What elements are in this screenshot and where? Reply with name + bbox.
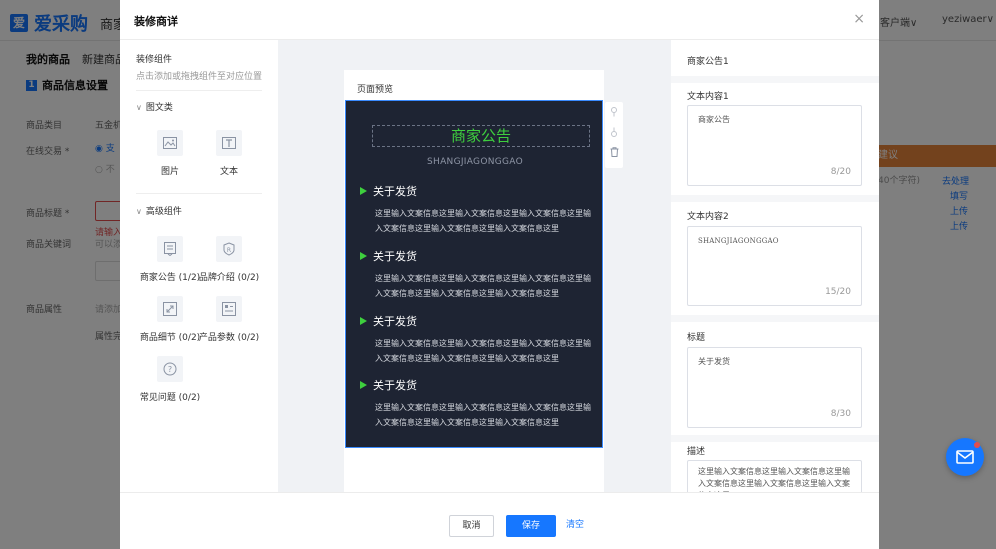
modal-footer: 取消 保存 清空 bbox=[120, 492, 879, 549]
field-value: SHANGJIAGONGGAO bbox=[698, 237, 779, 245]
field-label: 文本内容1 bbox=[687, 92, 729, 102]
field-label: 标题 bbox=[687, 333, 706, 343]
phone-frame: 页面预览 商家公告 SHANGJIAGONGGAO 关于发货 这里输入文案信息这… bbox=[344, 70, 604, 492]
group-label: 高级组件 bbox=[145, 207, 182, 217]
component-label: 常见问题 (0/2) bbox=[139, 393, 201, 403]
properties-title: 商家公告1 bbox=[687, 57, 729, 67]
notice-desc: 这里输入文案信息这里输入文案信息这里输入文案信息这里输入文案信息这里输入文案信息… bbox=[375, 274, 591, 298]
mail-icon bbox=[956, 450, 974, 464]
arrow-up-icon bbox=[611, 107, 617, 117]
detail-icon bbox=[157, 296, 183, 322]
notice-heading: 关于发货 bbox=[373, 379, 417, 392]
group-advanced[interactable]: ∨ 高级组件 bbox=[136, 204, 182, 217]
page-preview-title: 页面预览 bbox=[357, 85, 394, 95]
component-panel: 装修组件 点击添加或拖拽组件至对应位置 ∨ 图文类 图片 文本 ∨ 高级组件 商家 bbox=[120, 40, 278, 492]
chevron-down-icon: ∨ bbox=[136, 103, 142, 112]
preview-title[interactable]: 商家公告 bbox=[372, 125, 590, 147]
notice-heading: 关于发货 bbox=[373, 250, 417, 263]
preview-notice-item[interactable]: 关于发货 这里输入文案信息这里输入文案信息这里输入文案信息这里输入文案信息这里输… bbox=[360, 183, 596, 236]
char-count: 15/20 bbox=[825, 287, 851, 297]
component-panel-title: 装修组件 bbox=[136, 55, 173, 65]
section-separator bbox=[671, 435, 879, 442]
section-separator bbox=[671, 195, 879, 202]
play-arrow-icon bbox=[360, 317, 367, 325]
notice-desc: 这里输入文案信息这里输入文案信息这里输入文案信息这里输入文案信息这里输入文案信息… bbox=[375, 339, 591, 363]
field-label: 文本内容2 bbox=[687, 212, 729, 222]
notice-heading: 关于发货 bbox=[373, 185, 417, 198]
field-label: 描述 bbox=[687, 447, 706, 457]
properties-panel: 商家公告1 文本内容1 商家公告 8/20 文本内容2 SHANGJIAGONG… bbox=[671, 40, 879, 492]
decoration-modal: 装修商详 × 装修组件 点击添加或拖拽组件至对应位置 ∨ 图文类 图片 文本 ∨ 高… bbox=[120, 0, 879, 549]
svg-text:?: ? bbox=[168, 365, 172, 374]
component-brand[interactable]: R 品牌介绍 (0/2) bbox=[194, 236, 264, 283]
component-label: 文本 bbox=[219, 167, 238, 177]
message-fab[interactable] bbox=[946, 438, 984, 476]
char-count: 8/30 bbox=[830, 409, 851, 419]
preview-notice-item[interactable]: 关于发货 这里输入文案信息这里输入文案信息这里输入文案信息这里输入文案信息这里输… bbox=[360, 248, 596, 301]
save-button[interactable]: 保存 bbox=[506, 515, 556, 537]
field-value: 这里输入文案信息这里输入文案信息这里输入文案信息这里输入文案信息这里输入文案信息… bbox=[698, 467, 850, 492]
faq-icon: ? bbox=[157, 356, 183, 382]
preview-notice-item[interactable]: 关于发货 这里输入文案信息这里输入文案信息这里输入文案信息这里输入文案信息这里输… bbox=[360, 313, 596, 366]
preview-notice-item[interactable]: 关于发货 这里输入文案信息这里输入文案信息这里输入文案信息这里输入文案信息这里输… bbox=[360, 377, 596, 430]
close-icon[interactable]: × bbox=[853, 12, 865, 26]
field-value: 商家公告 bbox=[698, 115, 730, 124]
section-separator bbox=[671, 315, 879, 322]
svg-text:R: R bbox=[227, 247, 231, 254]
modal-title: 装修商详 bbox=[134, 15, 178, 28]
component-faq[interactable]: ? 常见问题 (0/2) bbox=[135, 356, 205, 403]
component-text[interactable]: 文本 bbox=[194, 130, 264, 177]
preview-canvas: 页面预览 商家公告 SHANGJIAGONGGAO 关于发货 这里输入文案信息这… bbox=[278, 40, 671, 492]
trash-icon bbox=[610, 147, 618, 157]
description-field[interactable]: 这里输入文案信息这里输入文案信息这里输入文案信息这里输入文案信息这里输入文案信息… bbox=[687, 460, 862, 492]
title-field[interactable]: 关于发货 8/30 bbox=[687, 347, 862, 428]
group-image-text[interactable]: ∨ 图文类 bbox=[136, 100, 173, 113]
notification-dot bbox=[974, 442, 980, 448]
component-params[interactable]: 产品参数 (0/2) bbox=[194, 296, 264, 343]
divider bbox=[136, 90, 262, 91]
delete-button[interactable] bbox=[605, 142, 623, 162]
modal-header: 装修商详 × bbox=[120, 0, 879, 40]
notice-module-preview[interactable]: 商家公告 SHANGJIAGONGGAO 关于发货 这里输入文案信息这里输入文案… bbox=[345, 100, 603, 448]
module-toolbar bbox=[605, 102, 623, 168]
clear-button[interactable]: 清空 bbox=[563, 515, 587, 537]
group-label: 图文类 bbox=[145, 103, 173, 113]
notice-heading: 关于发货 bbox=[373, 315, 417, 328]
arrow-down-icon bbox=[611, 127, 617, 137]
divider bbox=[136, 193, 262, 194]
section-separator bbox=[671, 76, 879, 83]
component-label: 品牌介绍 (0/2) bbox=[198, 273, 260, 283]
play-arrow-icon bbox=[360, 381, 367, 389]
char-count: 8/20 bbox=[830, 167, 851, 177]
cancel-button[interactable]: 取消 bbox=[449, 515, 494, 537]
brand-icon: R bbox=[216, 236, 242, 262]
move-down-button[interactable] bbox=[605, 122, 623, 142]
preview-subtitle: SHANGJIAGONGGAO bbox=[427, 157, 523, 167]
text-content-1-field[interactable]: 商家公告 8/20 bbox=[687, 105, 862, 186]
notice-desc: 这里输入文案信息这里输入文案信息这里输入文案信息这里输入文案信息这里输入文案信息… bbox=[375, 209, 591, 233]
field-value: 关于发货 bbox=[698, 357, 730, 366]
move-up-button[interactable] bbox=[605, 102, 623, 122]
chevron-down-icon: ∨ bbox=[136, 207, 142, 216]
component-label: 产品参数 (0/2) bbox=[198, 333, 260, 343]
play-arrow-icon bbox=[360, 252, 367, 260]
notice-desc: 这里输入文案信息这里输入文案信息这里输入文案信息这里输入文案信息这里输入文案信息… bbox=[375, 403, 591, 427]
text-icon bbox=[216, 130, 242, 156]
notice-icon bbox=[157, 236, 183, 262]
play-arrow-icon bbox=[360, 187, 367, 195]
component-panel-subtitle: 点击添加或拖拽组件至对应位置 bbox=[136, 72, 263, 82]
image-icon bbox=[157, 130, 183, 156]
text-content-2-field[interactable]: SHANGJIAGONGGAO 15/20 bbox=[687, 226, 862, 306]
params-icon bbox=[216, 296, 242, 322]
